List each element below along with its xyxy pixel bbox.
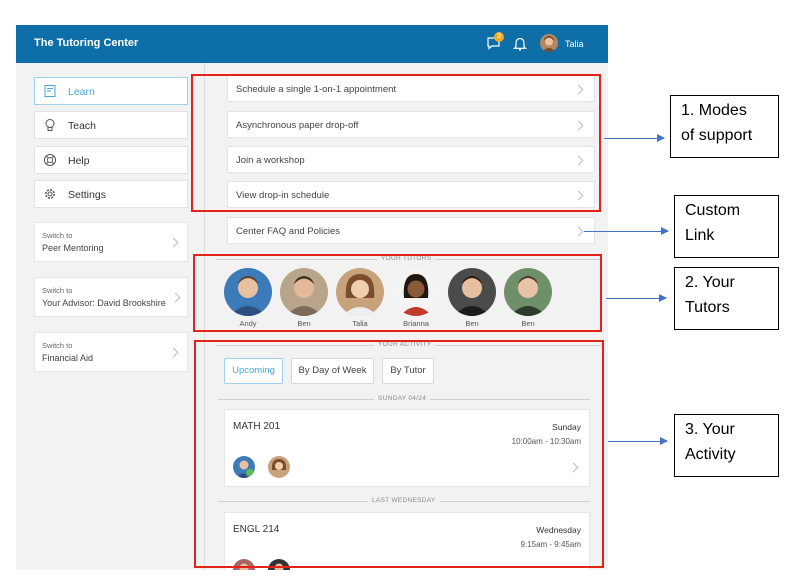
callout-modes-of-support: 1. Modes of support (670, 95, 779, 158)
switch-advisor[interactable]: Switch to Your Advisor: David Brookshire (34, 277, 188, 317)
chat-badge: 3 (494, 32, 504, 42)
annotation-box-your-activity (194, 340, 604, 568)
chevron-right-icon (168, 237, 179, 248)
sidebar-item-help[interactable]: Help (34, 146, 188, 174)
user-name[interactable]: Talia (565, 39, 584, 49)
chevron-right-icon (170, 292, 181, 303)
bell-icon[interactable] (513, 36, 527, 51)
lifebuoy-icon (44, 154, 56, 166)
switch-peer-mentoring[interactable]: Switch to Peer Mentoring (34, 222, 188, 262)
callout-line: of support (681, 127, 753, 144)
arrow-modes (604, 134, 665, 142)
arrow-custom-link (584, 227, 669, 235)
custom-link-faq[interactable]: Center FAQ and Policies (227, 217, 595, 244)
callout-line: 2. Your (685, 274, 735, 291)
sidebar-item-label: Help (68, 155, 90, 167)
gear-icon (45, 189, 55, 199)
callout-line: Tutors (685, 299, 730, 316)
custom-link-label: Center FAQ and Policies (236, 226, 341, 237)
switch-financial-aid[interactable]: Switch to Financial Aid (34, 332, 188, 372)
arrow-tutors (606, 294, 667, 302)
sidebar-item-label: Teach (68, 120, 97, 132)
sidebar-item-label: Learn (68, 86, 95, 98)
switch-target: Peer Mentoring (42, 243, 104, 253)
switch-target: Your Advisor: David Brookshire (42, 298, 166, 308)
sidebar-item-label: Settings (68, 189, 106, 201)
sidebar-item-learn[interactable]: Learn (34, 77, 188, 105)
app-title: The Tutoring Center (34, 37, 139, 49)
arrow-activity (608, 437, 668, 445)
chevron-right-icon (168, 347, 179, 358)
switch-caption: Switch to (42, 231, 73, 240)
callout-custom-link: Custom Link (674, 195, 779, 258)
callout-line: 3. Your (685, 421, 735, 438)
chevron-right-icon (573, 226, 584, 237)
switch-target: Financial Aid (42, 353, 94, 363)
callout-your-activity: 3. Your Activity (674, 414, 779, 477)
callout-line: Activity (685, 446, 736, 463)
callout-line: 1. Modes (681, 102, 747, 119)
annotation-box-modes-of-support (191, 74, 601, 212)
sidebar-item-teach[interactable]: Teach (34, 111, 188, 139)
callout-line: Link (685, 227, 715, 244)
user-avatar[interactable] (540, 34, 558, 52)
top-bar: The Tutoring Center 3 Talia (16, 25, 608, 63)
switch-caption: Switch to (42, 286, 73, 295)
book-icon (44, 85, 56, 97)
switch-caption: Switch to (42, 341, 73, 350)
annotation-box-your-tutors (193, 254, 602, 332)
callout-line: Custom (685, 202, 741, 219)
lightbulb-icon (45, 119, 55, 131)
callout-your-tutors: 2. Your Tutors (674, 267, 779, 330)
sidebar-item-settings[interactable]: Settings (34, 180, 188, 208)
